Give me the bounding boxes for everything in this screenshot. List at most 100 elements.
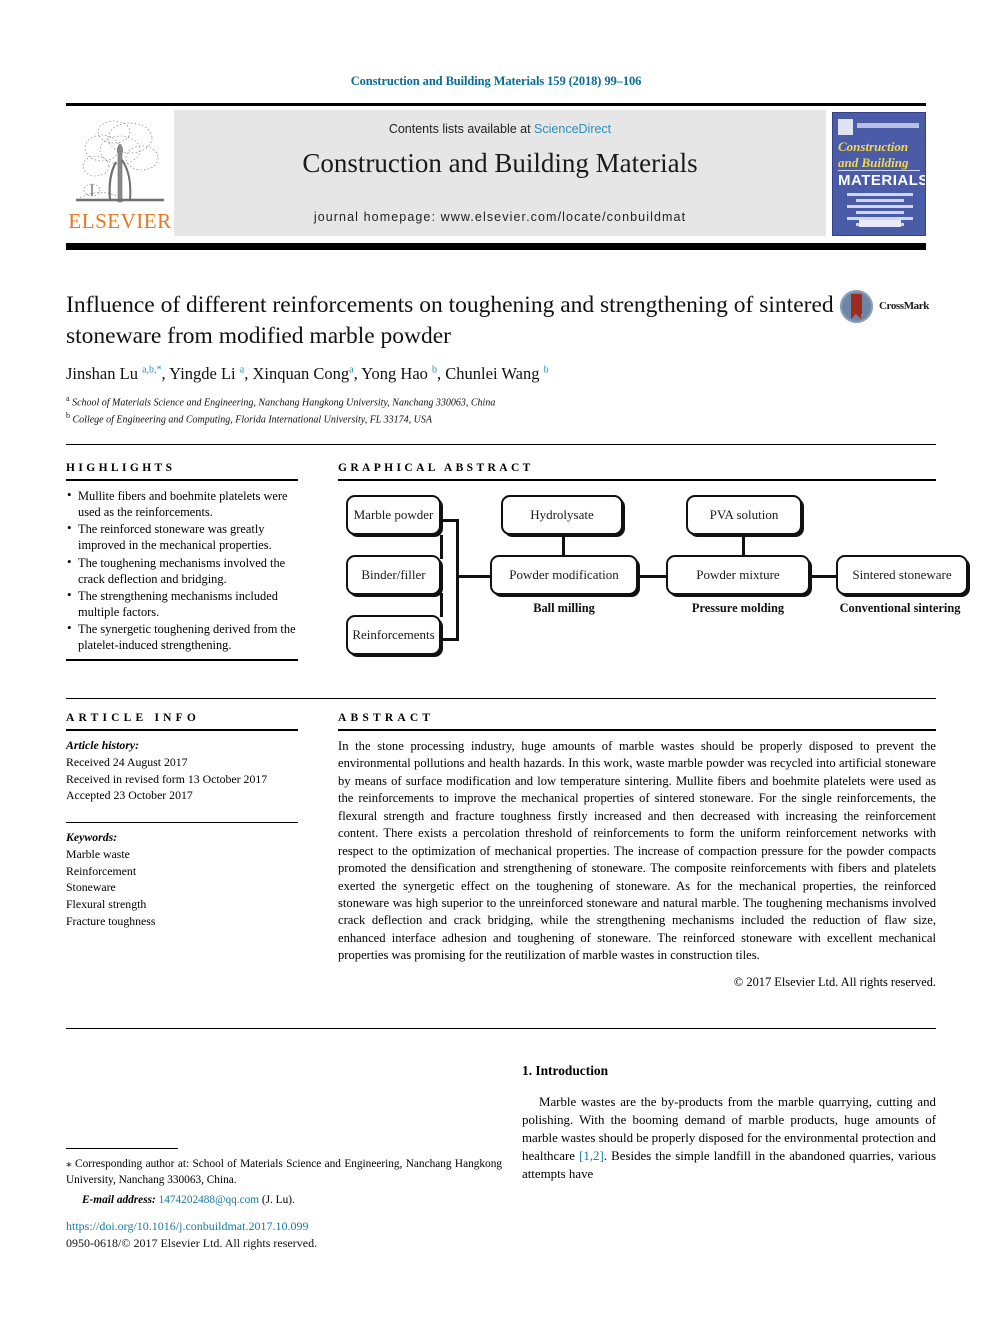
list-item: The strengthening mechanisms included mu… [66, 587, 298, 620]
diagram-caption-pressure-molding: Pressure molding [691, 601, 785, 615]
diagram-box-reinforcements: Reinforcements [346, 615, 441, 655]
history-item: Accepted 23 October 2017 [66, 788, 193, 803]
highlights-heading-rule [66, 479, 298, 481]
history-item: Received in revised form 13 October 2017 [66, 771, 268, 786]
sciencedirect-link[interactable]: ScienceDirect [534, 122, 611, 136]
article-info-heading-rule [66, 729, 298, 731]
highlights-list: Mullite fibers and boehmite platelets we… [66, 487, 298, 653]
contents-available-line: Contents lists available at ScienceDirec… [174, 122, 826, 136]
cover-artwork: Construction and Building MATERIALS [832, 112, 926, 236]
list-item: The reinforced stoneware was greatly imp… [66, 520, 298, 553]
diagram-box-marble-powder: Marble powder [346, 495, 441, 535]
connector-left-bus-vertical [456, 519, 459, 641]
abstract-section: ABSTRACT In the stone processing industr… [338, 712, 936, 990]
list-item: The synergetic toughening derived from t… [66, 620, 298, 653]
cover-title-line3: MATERIALS [838, 172, 926, 189]
affiliations: a School of Materials Science and Engine… [66, 394, 496, 426]
diagram-box-hydrolysate: Hydrolysate [501, 495, 623, 535]
cover-divider [838, 170, 920, 171]
keywords-label: Keywords: [66, 830, 118, 844]
journal-masthead: ELSEVIER Contents lists available at Sci… [66, 103, 926, 236]
highlights-bottom-rule [66, 659, 298, 662]
masthead-center-panel: Contents lists available at ScienceDirec… [174, 110, 826, 236]
affiliation-a: School of Materials Science and Engineer… [72, 397, 496, 409]
keyword-item: Flexural strength [66, 897, 147, 911]
contents-prefix: Contents lists available at [388, 122, 535, 136]
connector-modification-to-mixture [638, 575, 666, 578]
connector-reinforcements-to-bus [438, 638, 458, 641]
article-info-section: ARTICLE INFO Article history: Received 2… [66, 712, 298, 930]
email-link[interactable]: 1474202488@qq.com [159, 1194, 259, 1206]
keywords-block: Keywords: Marble waste Reinforcement Sto… [66, 822, 298, 930]
doi-issn-block: https://doi.org/10.1016/j.conbuildmat.20… [66, 1218, 317, 1253]
section-divider-top [66, 444, 936, 445]
highlights-section: HIGHLIGHTS Mullite fibers and boehmite p… [66, 462, 298, 662]
diagram-caption-conventional-sintering: Conventional sintering [839, 601, 961, 615]
connector-mixture-to-sintered [810, 575, 836, 578]
connector-marble-to-binder [440, 535, 443, 559]
doi-link[interactable]: https://doi.org/10.1016/j.conbuildmat.20… [66, 1218, 317, 1235]
corresponding-author-text: ⁎ Corresponding author at: School of Mat… [66, 1158, 502, 1187]
crossmark-label: CrossMark [879, 300, 929, 312]
citation-link[interactable]: [1,2] [579, 1149, 604, 1163]
affiliation-b: College of Engineering and Computing, Fl… [72, 414, 433, 426]
elsevier-logo: ELSEVIER [66, 110, 174, 236]
footnote-divider [66, 1148, 178, 1150]
title-block: Influence of different reinforcements on… [66, 290, 836, 428]
journal-title: Construction and Building Materials [302, 148, 698, 178]
cover-footer-mark [859, 220, 901, 227]
highlights-heading: HIGHLIGHTS [66, 462, 176, 474]
article-history-label: Article history: [66, 738, 140, 752]
abstract-copyright: © 2017 Elsevier Ltd. All rights reserved… [733, 974, 936, 989]
diagram-box-binder-filler: Binder/filler [346, 555, 441, 595]
section-divider-bottom [66, 1028, 936, 1029]
page-title: Influence of different reinforcements on… [66, 292, 834, 350]
keyword-item: Reinforcement [66, 863, 137, 878]
journal-cover-thumbnail[interactable]: Construction and Building MATERIALS [826, 110, 926, 236]
email-suffix: (J. Lu). [259, 1194, 295, 1207]
journal-homepage-line[interactable]: journal homepage: www.elsevier.com/locat… [174, 210, 826, 224]
introduction-paragraph: Marble wastes are the by-products from t… [522, 1093, 936, 1183]
corresponding-author-footnote: ⁎ Corresponding author at: School of Mat… [66, 1148, 502, 1208]
author-list: Jinshan Lu a,b,*, Yingde Li a, Xinquan C… [66, 364, 549, 384]
abstract-heading-rule [338, 729, 936, 731]
list-item: The toughening mechanisms involved the c… [66, 553, 298, 587]
running-head: Construction and Building Materials 159 … [350, 74, 642, 88]
keyword-item: Fracture toughness [66, 913, 156, 928]
list-item: Mullite fibers and boehmite platelets we… [66, 487, 298, 520]
abstract-text: In the stone processing industry, huge a… [338, 739, 936, 963]
article-history-block: Article history: Received 24 August 2017… [66, 737, 298, 804]
section-divider-middle [66, 698, 936, 699]
elsevier-tree-icon [76, 120, 164, 203]
diagram-box-powder-modification: Powder modification [490, 555, 638, 595]
keyword-item: Stoneware [66, 880, 116, 895]
abstract-heading: ABSTRACT [338, 712, 435, 724]
email-line: E-mail address: 1474202488@qq.com (J. Lu… [66, 1192, 502, 1208]
connector-marble-to-bus [438, 519, 458, 522]
graphical-abstract-heading: GRAPHICAL ABSTRACT [338, 462, 534, 474]
introduction-heading: 1. Introduction [522, 1063, 609, 1078]
connector-bus-to-modification [456, 575, 492, 578]
connector-binder-to-reinforcements [440, 593, 443, 617]
graphical-abstract-heading-rule [338, 479, 936, 481]
issn-copyright-line: 0950-0618/© 2017 Elsevier Ltd. All right… [66, 1236, 318, 1251]
introduction-section: 1. Introduction Marble wastes are the by… [522, 1063, 936, 1183]
crossmark-bookmark-icon [851, 294, 862, 319]
masthead-bottom-rule [66, 243, 926, 250]
graphical-abstract-diagram: Marble powder Binder/filler Reinforcemen… [338, 489, 968, 657]
cover-title-line1: Construction [838, 139, 909, 154]
cover-title-line2: and Building [838, 155, 909, 170]
email-label: E-mail address: [82, 1194, 156, 1207]
history-item: Received 24 August 2017 [66, 754, 188, 769]
graphical-abstract-section: GRAPHICAL ABSTRACT Marble powder Binder/… [338, 462, 968, 657]
diagram-box-powder-mixture: Powder mixture [666, 555, 810, 595]
diagram-box-sintered-stoneware: Sintered stoneware [836, 555, 968, 595]
cover-top-stripe [857, 123, 919, 128]
elsevier-wordmark: ELSEVIER [68, 209, 172, 233]
diagram-caption-ball-milling: Ball milling [533, 601, 595, 615]
page-canvas: Construction and Building Materials 159 … [0, 0, 992, 1323]
crossmark-circle-icon [840, 290, 873, 323]
crossmark-badge[interactable]: CrossMark [840, 290, 936, 324]
article-info-heading: ARTICLE INFO [66, 712, 201, 724]
keyword-item: Marble waste [66, 846, 130, 861]
